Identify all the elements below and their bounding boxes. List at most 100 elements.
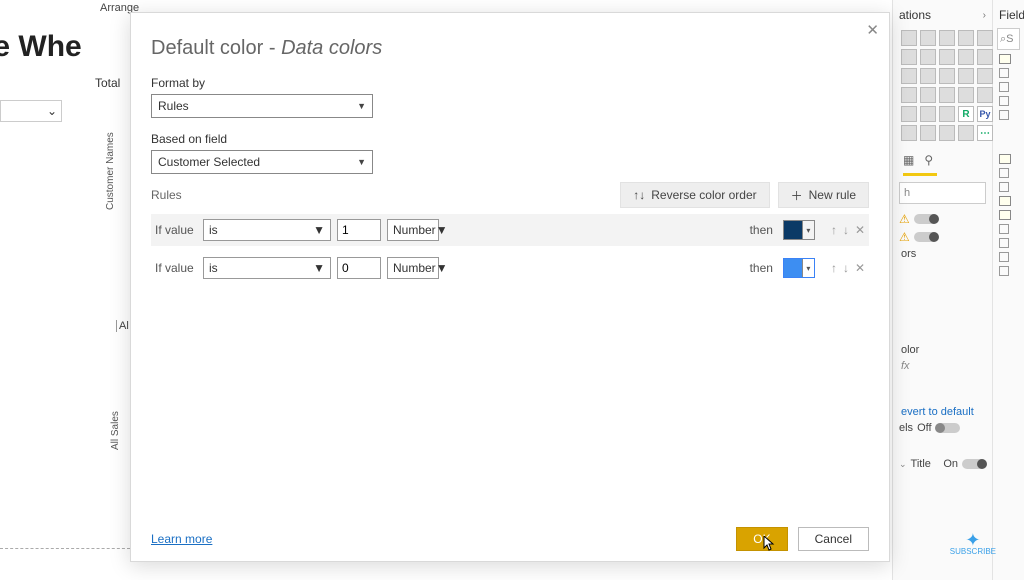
caret-down-icon: ▼ [436, 223, 448, 237]
field-item[interactable] [995, 222, 1022, 236]
fx-indicator[interactable]: fx [895, 358, 990, 374]
toggle-on[interactable] [962, 459, 986, 469]
if-label: If value [155, 261, 197, 275]
checkbox[interactable] [999, 266, 1009, 276]
type-select[interactable]: Number▼ [387, 219, 439, 241]
default-color-dialog: ✕ Default color - Data colors Format by … [130, 12, 890, 562]
dialog-title: Default color - Data colors [131, 13, 889, 68]
format-by-select[interactable]: Rules ▼ [151, 94, 373, 118]
field-item[interactable] [995, 94, 1022, 108]
total-label: Total [95, 76, 120, 90]
move-down-button[interactable]: ↓ [843, 261, 849, 275]
format-by-label: Format by [151, 76, 869, 90]
checkbox[interactable] [999, 96, 1009, 106]
more-visuals-icon[interactable]: ⋯ [977, 125, 993, 141]
checkbox[interactable] [999, 82, 1009, 92]
slicer-dropdown[interactable]: ⌄ [0, 100, 62, 122]
table-item[interactable] [995, 152, 1022, 166]
field-item[interactable] [995, 66, 1022, 80]
r-visual-icon[interactable]: R [958, 106, 974, 122]
rule-row: If value is▼ Number▼ then ▾ ↑ ↓ ✕ [151, 252, 869, 284]
revert-default-link[interactable]: evert to default [895, 404, 990, 420]
dialog-footer: Learn more OK Cancel [131, 517, 889, 561]
visual-corner-label: Al [116, 320, 129, 332]
subscribe-text: SUBSCRIBE [950, 547, 996, 556]
toggle-off[interactable] [936, 423, 960, 433]
visualizations-header[interactable]: ations › [895, 4, 990, 26]
close-button[interactable]: ✕ [866, 21, 879, 39]
learn-more-link[interactable]: Learn more [151, 532, 212, 546]
then-label: then [750, 261, 773, 275]
visualizations-title: ations [899, 8, 931, 22]
active-tab-underline [903, 173, 937, 176]
reverse-order-button[interactable]: ↑↓Reverse color order [620, 182, 769, 208]
delete-rule-button[interactable]: ✕ [855, 261, 865, 275]
value-input[interactable] [337, 219, 381, 241]
move-down-button[interactable]: ↓ [843, 223, 849, 237]
table-item[interactable] [995, 52, 1022, 66]
field-item[interactable] [995, 236, 1022, 250]
color-picker[interactable]: ▾ [783, 220, 815, 240]
then-label: then [750, 223, 773, 237]
format-icon[interactable]: ⚲ [924, 153, 933, 167]
value-input[interactable] [337, 257, 381, 279]
default-color-fragment: olor [895, 342, 990, 358]
checkbox[interactable] [999, 252, 1009, 262]
checkbox[interactable] [999, 110, 1009, 120]
color-picker[interactable]: ▾ [783, 258, 815, 278]
fields-header[interactable]: Field [995, 4, 1022, 26]
field-item[interactable] [995, 108, 1022, 122]
checkbox[interactable] [999, 182, 1009, 192]
warning-icon: ⚠ [899, 230, 910, 244]
caret-down-icon[interactable]: ▾ [802, 259, 814, 277]
table-item[interactable] [995, 194, 1022, 208]
data-labels-row[interactable]: els Off [895, 420, 990, 436]
visual-type-grid[interactable]: RPy ⋯ [895, 26, 990, 145]
fields-well-icon[interactable]: ▦ [903, 153, 914, 167]
based-on-select[interactable]: Customer Selected ▼ [151, 150, 373, 174]
operator-select[interactable]: is▼ [203, 219, 331, 241]
format-item-1[interactable]: ⚠ [895, 210, 990, 228]
field-item[interactable] [995, 166, 1022, 180]
checkbox[interactable] [999, 238, 1009, 248]
caret-down-icon: ▼ [357, 157, 366, 167]
caret-down-icon[interactable]: ▾ [802, 221, 814, 239]
new-rule-button[interactable]: ＋New rule [778, 182, 869, 208]
field-item[interactable] [995, 180, 1022, 194]
checkbox[interactable] [999, 224, 1009, 234]
based-on-label: Based on field [151, 132, 869, 146]
caret-down-icon: ▼ [436, 261, 448, 275]
delete-rule-button[interactable]: ✕ [855, 223, 865, 237]
off-label: Off [917, 422, 931, 434]
checkbox[interactable] [999, 168, 1009, 178]
page-title: ase Whe [0, 30, 82, 64]
toggle-on[interactable] [914, 232, 938, 242]
format-item-2[interactable]: ⚠ [895, 228, 990, 246]
field-item[interactable] [995, 80, 1022, 94]
data-colors-fragment: ors [895, 246, 990, 262]
right-panels: ations › RPy ⋯ ▦ ⚲ h ⚠ ⚠ ors olor fx eve… [892, 0, 1024, 580]
type-select[interactable]: Number▼ [387, 257, 439, 279]
toggle-on[interactable] [914, 214, 938, 224]
checkbox[interactable] [999, 68, 1009, 78]
subscribe-logo-icon: ✦ [950, 533, 996, 547]
format-search[interactable]: h [899, 182, 986, 204]
dialog-body: Format by Rules ▼ Based on field Custome… [131, 68, 889, 517]
field-item[interactable] [995, 264, 1022, 278]
fields-search[interactable]: ⌕S [997, 28, 1020, 50]
cancel-button[interactable]: Cancel [798, 527, 869, 551]
operator-select[interactable]: is▼ [203, 257, 331, 279]
format-tools-row: ▦ ⚲ [895, 149, 990, 171]
move-up-button[interactable]: ↑ [831, 223, 837, 237]
ok-button[interactable]: OK [736, 527, 787, 551]
page-divider [0, 548, 130, 549]
labels-fragment: els [899, 422, 913, 434]
move-up-button[interactable]: ↑ [831, 261, 837, 275]
field-item[interactable] [995, 250, 1022, 264]
title-label: Title [911, 458, 931, 470]
table-item[interactable] [995, 208, 1022, 222]
rules-header: Rules ↑↓Reverse color order ＋New rule [151, 182, 869, 208]
title-row[interactable]: ⌄ Title On [895, 456, 990, 472]
color-swatch [784, 221, 802, 239]
py-visual-icon[interactable]: Py [977, 106, 993, 122]
